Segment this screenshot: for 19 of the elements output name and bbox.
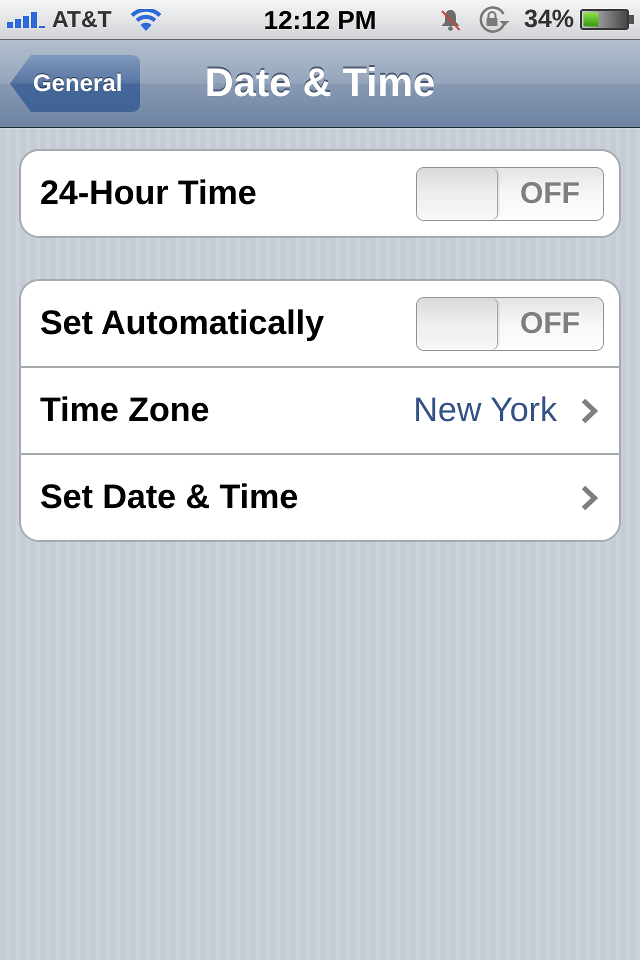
clock-time: 12:12 PM	[264, 6, 376, 32]
wifi-icon	[130, 8, 162, 30]
signal-bars-icon	[7, 12, 45, 28]
chevron-icon	[581, 398, 598, 424]
carrier-name: AT&T	[52, 8, 112, 31]
row-label: Set Automatically	[40, 304, 324, 343]
toggle-switch[interactable]: OFF	[416, 166, 604, 220]
muted-bell-icon	[440, 8, 461, 30]
battery-percentage: 34%	[524, 7, 574, 32]
battery-icon	[580, 9, 634, 30]
row-label: Set Date & Time	[40, 478, 298, 517]
toggle-switch[interactable]: OFF	[416, 296, 604, 350]
row-label: 24-Hour Time	[40, 174, 257, 213]
chevron-icon	[581, 484, 598, 510]
screen-title: Date & Time	[204, 61, 436, 106]
row-label: Time Zone	[40, 391, 210, 430]
rotation-lock-icon	[478, 6, 511, 33]
row-value: New York	[413, 391, 557, 430]
back-button[interactable]: General	[10, 55, 140, 112]
